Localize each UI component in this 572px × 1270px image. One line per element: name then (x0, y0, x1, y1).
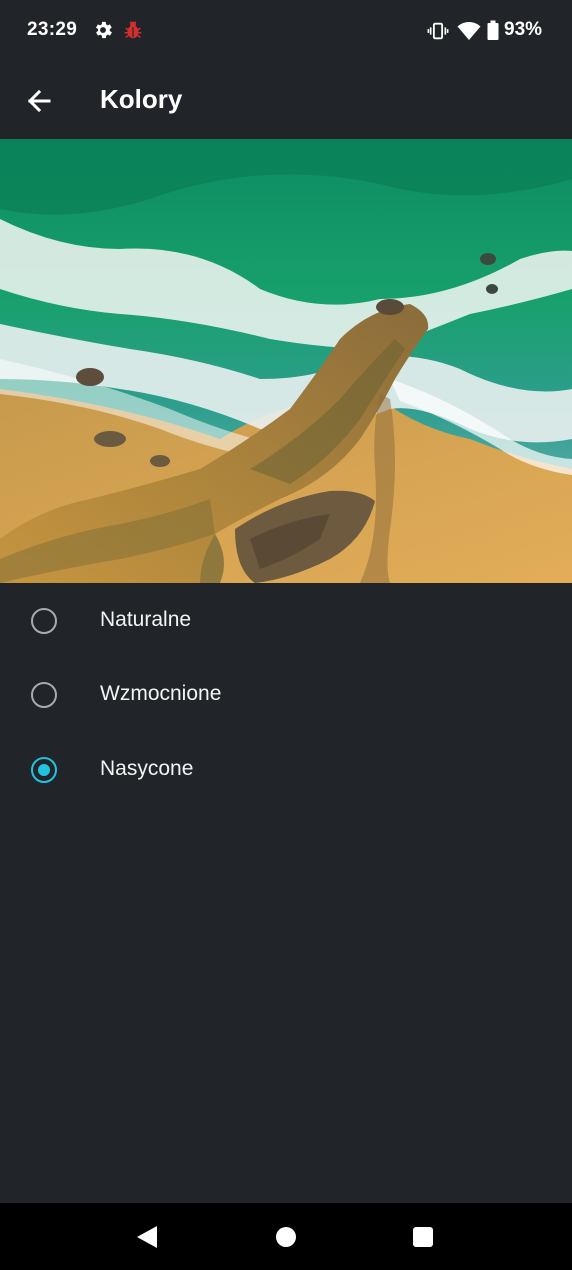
navigation-bar (0, 1203, 572, 1270)
option-naturalne[interactable]: Naturalne (0, 584, 572, 658)
vibrate-icon (427, 22, 449, 40)
wifi-icon (457, 22, 481, 40)
preview-image (0, 139, 572, 583)
radio-button-checked[interactable] (31, 757, 57, 783)
option-nasycone[interactable]: Nasycone (0, 733, 572, 807)
gear-icon (96, 21, 112, 39)
radio-button-unchecked[interactable] (31, 608, 57, 634)
arrow-back-icon[interactable] (20, 82, 58, 120)
status-time: 23:29 (27, 19, 78, 40)
battery-percent: 93% (504, 19, 543, 40)
nav-home-icon[interactable] (276, 1227, 296, 1247)
page-title: Kolory (100, 84, 183, 114)
radio-button-unchecked[interactable] (31, 682, 57, 708)
status-bar: 23:29 93% (0, 0, 572, 62)
bug-icon (124, 21, 142, 39)
option-label: Nasycone (100, 757, 194, 780)
app-bar: Kolory (0, 62, 572, 139)
option-label: Wzmocnione (100, 682, 222, 705)
nav-recents-icon[interactable] (413, 1227, 433, 1247)
nav-back-icon[interactable] (136, 1225, 158, 1249)
battery-icon (487, 20, 499, 40)
option-label: Naturalne (100, 608, 192, 631)
option-wzmocnione[interactable]: Wzmocnione (0, 658, 572, 732)
